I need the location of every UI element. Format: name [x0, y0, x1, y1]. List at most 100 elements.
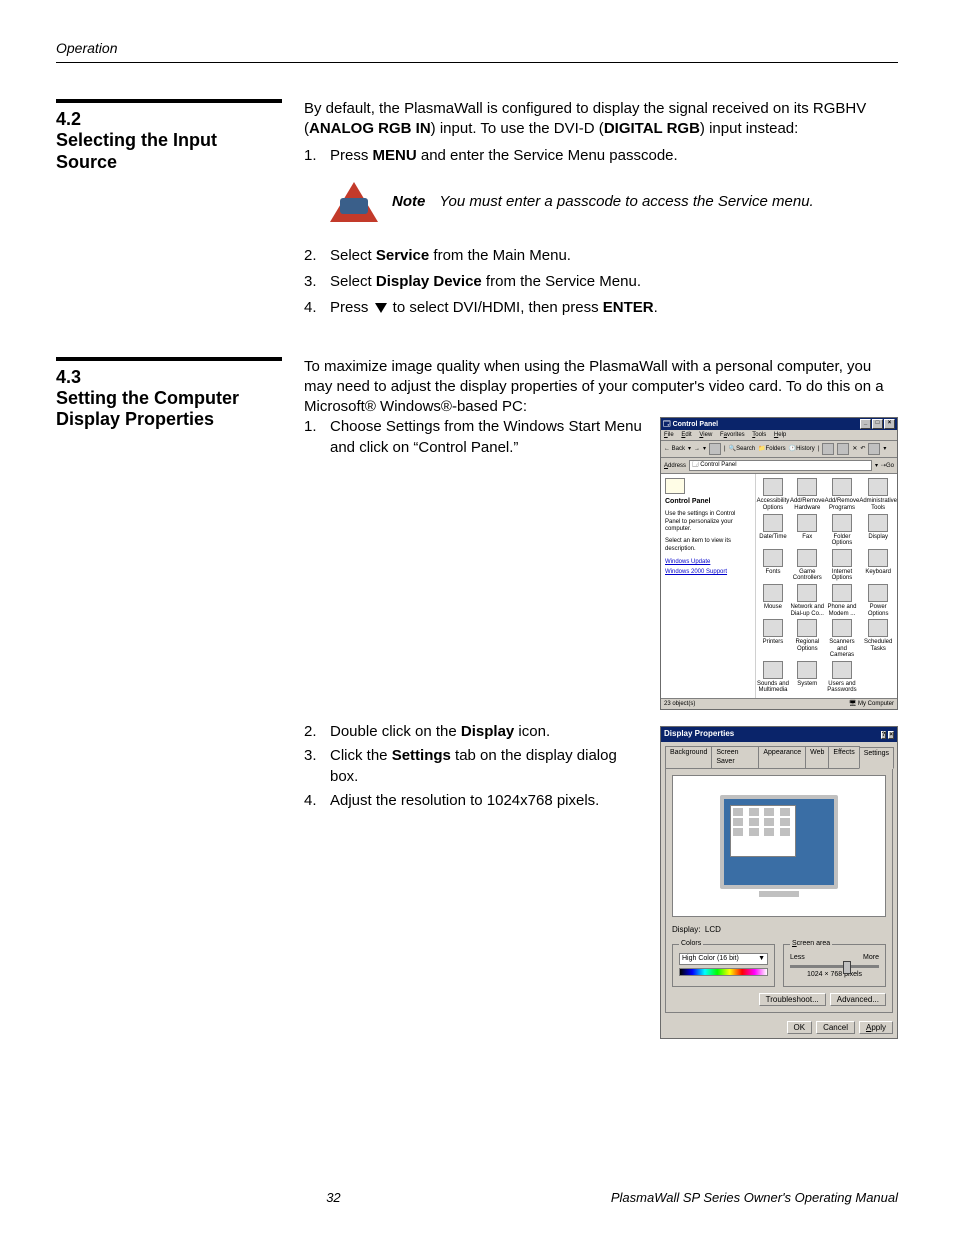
- folders-button[interactable]: 📁Folders: [758, 445, 786, 453]
- applet-label: Game Controllers: [790, 569, 825, 582]
- minimize-button[interactable]: _: [860, 419, 871, 429]
- control-panel-item[interactable]: Scheduled Tasks: [859, 619, 897, 659]
- text: Press: [330, 147, 373, 164]
- tab-screen-saver[interactable]: Screen Saver: [711, 746, 759, 768]
- applet-icon: [763, 514, 783, 532]
- text: to select DVI/HDMI, then press: [389, 299, 603, 316]
- control-panel-item[interactable]: Scanners and Cameras: [825, 619, 860, 659]
- applet-label: Scheduled Tasks: [859, 639, 897, 652]
- window-titlebar[interactable]: 🗔Control Panel _ □ ×: [661, 418, 897, 430]
- status-right: My Computer: [858, 701, 894, 707]
- applet-label: Fax: [790, 534, 825, 541]
- section-number: 4.2: [56, 109, 280, 130]
- tool-icon[interactable]: [837, 443, 849, 455]
- control-panel-item[interactable]: Users and Passwords: [825, 661, 860, 694]
- ok-button[interactable]: OK: [787, 1021, 813, 1034]
- control-panel-item[interactable]: Administrative Tools: [859, 478, 897, 511]
- control-panel-item[interactable]: Sounds and Multimedia: [756, 661, 790, 694]
- control-panel-item[interactable]: Display: [859, 514, 897, 547]
- screen-area-group: Screen area Less More 1024 × 768 pixels: [783, 944, 886, 987]
- text-bold: DIGITAL RGB: [604, 120, 700, 137]
- applet-icon: [868, 514, 888, 532]
- troubleshoot-button[interactable]: Troubleshoot...: [759, 993, 826, 1006]
- back-button[interactable]: ← Back: [664, 445, 685, 453]
- control-panel-item[interactable]: Printers: [756, 619, 790, 659]
- menu-favorites[interactable]: Favorites: [720, 432, 745, 438]
- section-rule: [56, 99, 282, 103]
- step-1: 1.Press MENU and enter the Service Menu …: [304, 146, 898, 166]
- search-button[interactable]: 🔍Search: [729, 445, 756, 453]
- text: Press: [330, 299, 373, 316]
- control-panel-item[interactable]: Regional Options: [790, 619, 825, 659]
- text-bold: Display: [461, 723, 514, 740]
- window-title: Control Panel: [673, 421, 719, 428]
- section-rule: [56, 357, 282, 361]
- resolution-value: 1024 × 768 pixels: [790, 970, 879, 979]
- applet-icon: [868, 619, 888, 637]
- history-button[interactable]: 🕑History: [789, 445, 815, 453]
- views-icon[interactable]: [868, 443, 880, 455]
- menu-help[interactable]: Help: [774, 432, 786, 438]
- applet-icon: [797, 619, 817, 637]
- resolution-slider[interactable]: [790, 965, 879, 968]
- control-panel-item[interactable]: Game Controllers: [790, 549, 825, 582]
- window-titlebar[interactable]: Display Properties ? ×: [661, 727, 897, 742]
- control-panel-item[interactable]: Keyboard: [859, 549, 897, 582]
- control-panel-item[interactable]: Network and Dial-up Co...: [790, 584, 825, 617]
- applet-label: Mouse: [756, 604, 790, 611]
- text: ) input. To use the DVI-D (: [431, 120, 604, 137]
- close-button[interactable]: ×: [884, 419, 895, 429]
- control-panel-item[interactable]: Internet Options: [825, 549, 860, 582]
- menu-edit[interactable]: Edit: [681, 432, 691, 438]
- step-2: 2.Double click on the Display icon.: [304, 722, 646, 742]
- control-panel-item[interactable]: Fax: [790, 514, 825, 547]
- go-button[interactable]: ⇢Go: [881, 462, 894, 470]
- tab-appearance[interactable]: Appearance: [758, 746, 806, 768]
- applet-label: Users and Passwords: [825, 681, 860, 694]
- tool-icon[interactable]: [822, 443, 834, 455]
- control-panel-item[interactable]: Folder Options: [825, 514, 860, 547]
- apply-button[interactable]: Apply: [859, 1021, 893, 1034]
- windows-update-link[interactable]: Windows Update: [665, 558, 751, 566]
- cancel-button[interactable]: Cancel: [816, 1021, 855, 1034]
- up-icon[interactable]: [709, 443, 721, 455]
- settings-pane: Display: LCD Colors High Color (16 bit) …: [665, 768, 893, 1013]
- applet-label: Sounds and Multimedia: [756, 681, 790, 694]
- menu-bar[interactable]: File Edit View Favorites Tools Help: [661, 430, 897, 441]
- control-panel-item[interactable]: Phone and Modem ...: [825, 584, 860, 617]
- address-input[interactable]: 🗔 Control Panel: [689, 460, 872, 471]
- menu-tools[interactable]: Tools: [752, 432, 766, 438]
- applet-icon: [868, 478, 888, 496]
- advanced-button[interactable]: Advanced...: [830, 993, 886, 1006]
- tab-settings[interactable]: Settings: [859, 747, 894, 769]
- maximize-button[interactable]: □: [872, 419, 883, 429]
- more-label: More: [863, 953, 879, 962]
- close-button[interactable]: ×: [888, 731, 894, 739]
- windows-support-link[interactable]: Windows 2000 Support: [665, 568, 751, 576]
- tab-background[interactable]: Background: [665, 746, 712, 768]
- side-text: Use the settings in Control Panel to per…: [665, 511, 751, 534]
- applet-label: Scanners and Cameras: [825, 639, 860, 659]
- color-bar: [679, 968, 768, 976]
- text: and enter the Service Menu passcode.: [417, 147, 678, 164]
- applet-label: Regional Options: [790, 639, 825, 652]
- control-panel-item[interactable]: Power Options: [859, 584, 897, 617]
- tab-effects[interactable]: Effects: [828, 746, 859, 768]
- control-panel-item[interactable]: Date/Time: [756, 514, 790, 547]
- applet-icon: [797, 478, 817, 496]
- applet-icon: [832, 514, 852, 532]
- menu-view[interactable]: View: [699, 432, 712, 438]
- control-panel-item[interactable]: Fonts: [756, 549, 790, 582]
- control-panel-item[interactable]: Mouse: [756, 584, 790, 617]
- tab-web[interactable]: Web: [805, 746, 829, 768]
- footer-title: PlasmaWall SP Series Owner's Operating M…: [611, 1190, 898, 1205]
- applet-label: Administrative Tools: [859, 498, 897, 511]
- control-panel-item[interactable]: Accessibility Options: [756, 478, 790, 511]
- menu-file[interactable]: File: [664, 432, 674, 438]
- colors-select[interactable]: High Color (16 bit) ▼: [679, 953, 768, 965]
- control-panel-item[interactable]: Add/Remove Hardware: [790, 478, 825, 511]
- control-panel-item[interactable]: Add/Remove Programs: [825, 478, 860, 511]
- side-heading: Control Panel: [665, 497, 751, 506]
- control-panel-item[interactable]: System: [790, 661, 825, 694]
- help-button[interactable]: ?: [881, 731, 887, 739]
